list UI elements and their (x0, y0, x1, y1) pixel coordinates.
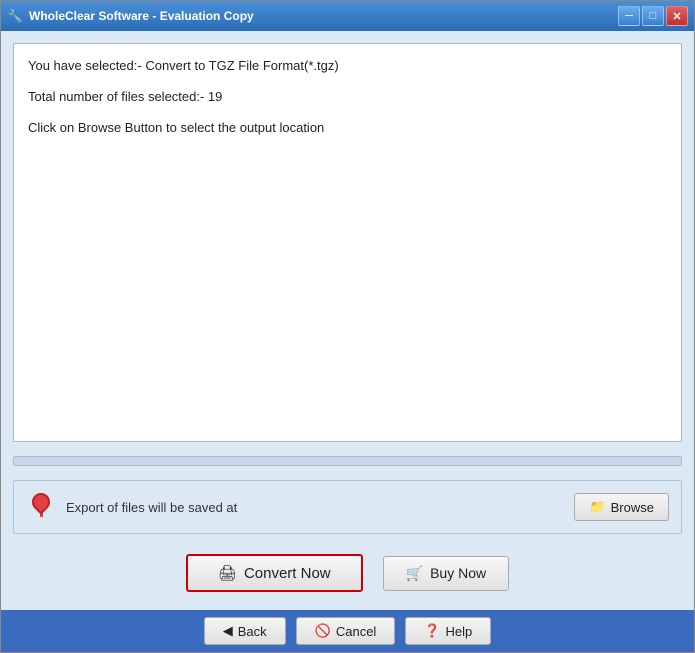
folder-icon: 📁 (589, 499, 605, 515)
buy-label: Buy Now (430, 565, 486, 581)
window-title: WholeClear Software - Evaluation Copy (29, 9, 618, 23)
file-count-info: Total number of files selected:- 19 (28, 87, 667, 108)
pin-shape (31, 493, 51, 521)
back-label: Back (238, 624, 267, 639)
cart-icon: 🛒 (406, 565, 423, 582)
action-row: 🖨 Convert Now 🛒 Buy Now (13, 544, 682, 598)
convert-now-button[interactable]: 🖨 Convert Now (186, 554, 363, 592)
browse-instruction: Click on Browse Button to select the out… (28, 118, 667, 139)
back-button[interactable]: ◀ Back (204, 617, 286, 645)
browse-label: Browse (611, 500, 654, 515)
help-icon: ❓ (424, 623, 440, 639)
save-location-label: Export of files will be saved at (66, 500, 564, 515)
minimize-button[interactable]: ─ (618, 6, 640, 26)
cancel-icon: 🚫 (315, 623, 331, 639)
buy-now-button[interactable]: 🛒 Buy Now (383, 556, 509, 591)
pin-head (28, 489, 53, 514)
app-icon: 🔧 (7, 8, 23, 24)
main-window: 🔧 WholeClear Software - Evaluation Copy … (0, 0, 695, 653)
window-controls: ─ □ ✕ (618, 6, 688, 26)
convert-icon: 🖨 (218, 564, 237, 582)
title-bar: 🔧 WholeClear Software - Evaluation Copy … (1, 1, 694, 31)
info-box: You have selected:- Convert to TGZ File … (13, 43, 682, 442)
save-location-row: Export of files will be saved at 📁 Brows… (13, 480, 682, 534)
maximize-button[interactable]: □ (642, 6, 664, 26)
help-button[interactable]: ❓ Help (405, 617, 491, 645)
progress-area (13, 452, 682, 470)
convert-label: Convert Now (244, 565, 331, 582)
help-label: Help (446, 624, 473, 639)
bottom-nav-bar: ◀ Back 🚫 Cancel ❓ Help (1, 610, 694, 652)
location-pin-icon (26, 489, 56, 525)
close-button[interactable]: ✕ (666, 6, 688, 26)
progress-bar-container (13, 456, 682, 466)
cancel-label: Cancel (336, 624, 376, 639)
cancel-button[interactable]: 🚫 Cancel (296, 617, 396, 645)
browse-button[interactable]: 📁 Browse (574, 493, 669, 521)
selected-format-info: You have selected:- Convert to TGZ File … (28, 56, 667, 77)
content-area: You have selected:- Convert to TGZ File … (1, 31, 694, 610)
back-arrow-icon: ◀ (223, 623, 233, 639)
